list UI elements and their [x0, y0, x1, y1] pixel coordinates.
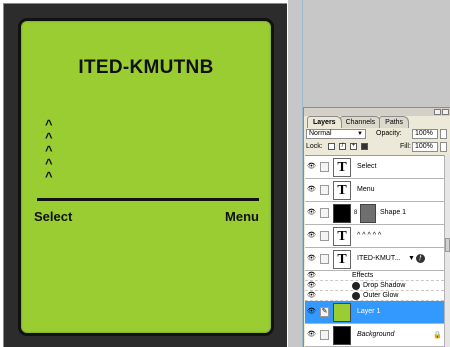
effect-row[interactable]: 👁 Drop Shadow	[305, 281, 444, 291]
effect-name: Drop Shadow	[363, 282, 406, 289]
layer-name: Select	[357, 163, 377, 170]
effects-header-row[interactable]: 👁 Effects	[305, 271, 444, 281]
softkey-menu: Menu	[225, 209, 259, 224]
panel-titlebar[interactable]	[304, 108, 450, 116]
background-layer-thumbnail	[333, 326, 351, 345]
link-box[interactable]	[320, 208, 329, 218]
caret-item: ^	[45, 169, 53, 184]
pixel-layer-thumbnail	[333, 303, 351, 322]
minimize-icon[interactable]	[434, 109, 441, 115]
text-layer-thumbnail: T	[333, 250, 351, 269]
close-icon[interactable]	[442, 109, 449, 115]
opacity-field[interactable]: 100%	[412, 129, 438, 139]
effect-row[interactable]: 👁 Outer Glow	[305, 291, 444, 301]
blend-options-row: Normal ▼ Opacity: 100%	[306, 129, 448, 140]
layer-name: Background	[357, 331, 395, 338]
link-box[interactable]	[320, 254, 329, 264]
screen-divider	[37, 198, 259, 201]
eye-icon[interactable]: 👁	[307, 255, 316, 263]
layer-row-selected[interactable]: 👁 ✎ Layer 1	[305, 301, 444, 324]
panel-tabs: Layers Channels Paths	[307, 116, 410, 128]
eye-icon[interactable]: 👁	[307, 163, 316, 171]
phone-screen-mockup: ITED-KMUTNB ^ ^ ^ ^ ^ Select Menu	[18, 18, 274, 336]
shape-layer-thumbnail	[333, 204, 351, 223]
layer-name: Menu	[357, 186, 375, 193]
link-box[interactable]	[320, 330, 329, 340]
chain-link-icon: 8	[354, 210, 358, 216]
softkey-select: Select	[34, 209, 73, 224]
eye-icon[interactable]: 👁	[307, 272, 316, 280]
brush-link-icon[interactable]: ✎	[320, 307, 329, 317]
link-box[interactable]	[320, 185, 329, 195]
eye-icon[interactable]: 👁	[307, 209, 316, 217]
expand-effects-icon[interactable]: ▼	[408, 255, 415, 262]
layer-effects-icon: ƒ	[416, 254, 425, 263]
layer-name: Shape 1	[380, 209, 407, 216]
layer-name: ^ ^ ^ ^ ^	[357, 232, 382, 239]
fill-label: Fill:	[400, 143, 411, 150]
eye-icon[interactable]: 👁	[307, 232, 316, 240]
layer-row[interactable]: 👁 T Select	[305, 156, 444, 179]
effect-icon	[352, 282, 360, 290]
scroll-thumb[interactable]	[445, 238, 450, 252]
tab-paths[interactable]: Paths	[379, 116, 410, 128]
effect-icon	[352, 292, 360, 300]
layer-name: Layer 1	[357, 308, 381, 315]
tab-layers[interactable]: Layers	[307, 116, 342, 128]
layer-row[interactable]: 👁 T ITED-KMUT... ▼ ƒ	[305, 248, 444, 271]
lock-label: Lock:	[306, 143, 323, 150]
layers-list: 👁 T Select 👁 T Menu 👁 8 Shape 1 👁 T ^ ^ …	[305, 155, 444, 347]
vector-mask-thumbnail	[360, 204, 376, 223]
document-canvas[interactable]: ITED-KMUTNB ^ ^ ^ ^ ^ Select Menu	[3, 3, 287, 347]
eye-icon[interactable]: 👁	[307, 331, 316, 339]
layers-scrollbar[interactable]	[444, 155, 450, 347]
lock-brush-icon[interactable]: /	[339, 143, 346, 150]
eye-icon[interactable]: 👁	[307, 186, 316, 194]
eye-icon[interactable]: 👁	[307, 282, 316, 290]
text-layer-thumbnail: T	[333, 181, 351, 200]
opacity-label: Opacity:	[376, 130, 402, 137]
blend-mode-select[interactable]: Normal ▼	[306, 129, 366, 139]
dropdown-arrow-icon: ▼	[357, 131, 363, 137]
lock-move-icon[interactable]: +	[350, 143, 357, 150]
effect-name: Outer Glow	[363, 292, 399, 299]
layer-name: ITED-KMUT...	[357, 255, 401, 262]
link-box[interactable]	[320, 162, 329, 172]
screen-title: ITED-KMUTNB	[78, 57, 214, 78]
lock-all-icon[interactable]	[361, 143, 368, 150]
effects-label: Effects	[352, 272, 374, 279]
canvas-area: ITED-KMUTNB ^ ^ ^ ^ ^ Select Menu	[0, 0, 302, 347]
fill-arrow-icon[interactable]	[440, 142, 447, 152]
eye-icon[interactable]: 👁	[307, 292, 316, 300]
blend-mode-value: Normal	[309, 130, 332, 137]
lock-icon: 🔒	[433, 332, 442, 339]
caret-list: ^ ^ ^ ^ ^	[45, 118, 53, 183]
layer-row[interactable]: 👁 Background 🔒	[305, 324, 444, 347]
layers-panel: Layers Channels Paths Normal ▼ Opacity: …	[303, 107, 450, 347]
fill-field[interactable]: 100%	[412, 142, 438, 152]
layer-row[interactable]: 👁 T ^ ^ ^ ^ ^	[305, 225, 444, 248]
lock-transparency-icon[interactable]	[328, 143, 335, 150]
layer-row[interactable]: 👁 8 Shape 1	[305, 202, 444, 225]
lock-row: Lock: / + Fill: 100%	[306, 142, 448, 153]
tab-channels[interactable]: Channels	[339, 116, 382, 128]
eye-icon[interactable]: 👁	[307, 308, 316, 316]
link-box[interactable]	[320, 231, 329, 241]
opacity-arrow-icon[interactable]	[440, 129, 447, 139]
text-layer-thumbnail: T	[333, 227, 351, 246]
layer-row[interactable]: 👁 T Menu	[305, 179, 444, 202]
text-layer-thumbnail: T	[333, 158, 351, 177]
